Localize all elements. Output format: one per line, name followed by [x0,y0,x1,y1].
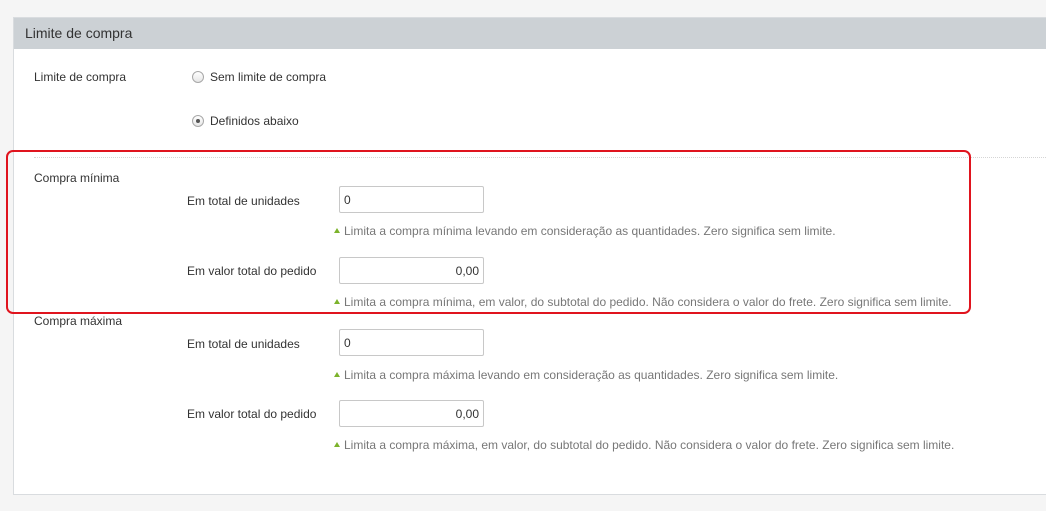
max-value-label: Em valor total do pedido [187,407,317,421]
min-units-hint: Limita a compra mínima levando em consid… [334,224,836,238]
min-value-hint-text: Limita a compra mínima, em valor, do sub… [344,295,952,309]
section-divider [34,157,1046,158]
max-value-hint-text: Limita a compra máxima, em valor, do sub… [344,438,955,452]
max-value-input[interactable] [339,400,484,427]
purchase-limit-label: Limite de compra [34,70,127,84]
radio-no-limit-label[interactable]: Sem limite de compra [210,70,326,84]
max-purchase-section-label: Compra máxima [34,314,123,328]
radio-defined-below-label[interactable]: Definidos abaixo [210,114,299,128]
min-value-label: Em valor total do pedido [187,264,317,278]
max-units-hint: Limita a compra máxima levando em consid… [334,368,838,382]
max-units-label: Em total de unidades [187,337,300,351]
radio-no-limit[interactable] [192,71,204,83]
max-value-hint: Limita a compra máxima, em valor, do sub… [334,438,954,452]
triangle-up-icon [334,299,340,304]
min-value-hint: Limita a compra mínima, em valor, do sub… [334,295,952,309]
max-units-hint-text: Limita a compra máxima levando em consid… [344,368,839,382]
max-units-input[interactable] [339,329,484,356]
min-purchase-section-label: Compra mínima [34,171,120,185]
min-units-input[interactable] [339,186,484,213]
purchase-limit-panel: Limite de compra Limite de compra Sem li… [13,17,1046,495]
min-units-hint-text: Limita a compra mínima levando em consid… [344,224,836,238]
radio-defined-below[interactable] [192,115,204,127]
panel-title: Limite de compra [14,18,1046,49]
triangle-up-icon [334,228,340,233]
triangle-up-icon [334,372,340,377]
min-units-label: Em total de unidades [187,194,300,208]
triangle-up-icon [334,442,340,447]
min-value-input[interactable] [339,257,484,284]
